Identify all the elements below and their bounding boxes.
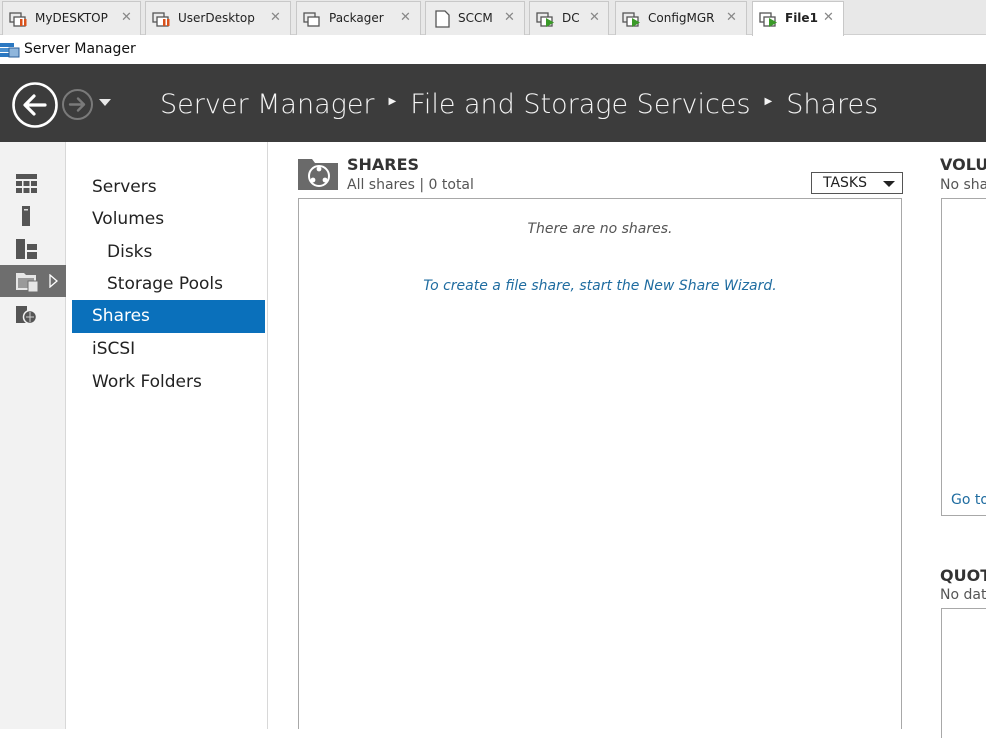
nav-item-volumes[interactable]: Volumes xyxy=(72,203,265,236)
rail-all-servers[interactable] xyxy=(0,233,66,265)
vm-tab-sccm[interactable]: SCCM ✕ xyxy=(425,1,525,35)
vm-tab-configmgr[interactable]: ConfigMGR ✕ xyxy=(615,1,747,35)
rail-dashboard[interactable] xyxy=(0,168,66,200)
close-icon[interactable]: ✕ xyxy=(589,10,600,26)
breadcrumb-file-storage-services[interactable]: File and Storage Services xyxy=(410,89,750,120)
server-icon xyxy=(22,206,30,226)
dashboard-icon xyxy=(16,174,37,193)
web-server-icon xyxy=(16,306,38,325)
nav-item-shares[interactable]: Shares xyxy=(72,300,265,333)
close-icon[interactable]: ✕ xyxy=(400,10,411,26)
vm-tab-mydesktop[interactable]: MyDESKTOP ✕ xyxy=(2,1,141,35)
vm-running-icon xyxy=(536,12,554,27)
breadcrumb: Server Manager ▶ File and Storage Services… xyxy=(160,88,878,120)
close-icon[interactable]: ✕ xyxy=(504,10,515,26)
nav-item-work-folders[interactable]: Work Folders xyxy=(72,366,265,399)
shares-count: All shares | 0 total xyxy=(347,177,474,193)
quota-subtitle: No dat xyxy=(940,587,986,603)
vm-tab-packager[interactable]: Packager ✕ xyxy=(296,1,421,35)
vm-tab-file1[interactable]: File1 ✕ xyxy=(752,1,844,36)
vm-running-icon xyxy=(759,12,777,27)
breadcrumb-separator-icon: ▶ xyxy=(764,96,773,107)
header-bar: Server Manager ▶ File and Storage Services… xyxy=(0,64,986,142)
rail-file-storage-services[interactable] xyxy=(0,265,66,297)
close-icon[interactable]: ✕ xyxy=(121,10,132,26)
chevron-down-icon xyxy=(883,181,895,187)
quota-title: QUOT xyxy=(940,566,986,585)
close-icon[interactable]: ✕ xyxy=(726,10,737,26)
vm-off-icon xyxy=(435,10,450,28)
tasks-button[interactable]: TASKS xyxy=(811,172,903,194)
nav-item-iscsi[interactable]: iSCSI xyxy=(72,333,265,366)
close-icon[interactable]: ✕ xyxy=(270,10,281,26)
forward-arrow-icon[interactable] xyxy=(61,88,94,121)
vm-tab-bar: MyDESKTOP ✕ UserDesktop ✕ Packager ✕ SCC… xyxy=(0,0,986,36)
file-storage-icon xyxy=(16,273,39,293)
main-content: SHARES All shares | 0 total TASKS There … xyxy=(268,142,986,738)
rail-local-server[interactable] xyxy=(0,200,66,232)
tasks-label: TASKS xyxy=(823,175,867,191)
nav-item-servers[interactable]: Servers xyxy=(72,171,265,204)
nav-item-storage-pools[interactable]: Storage Pools xyxy=(72,268,265,301)
window-title-bar: Server Manager xyxy=(0,36,986,64)
volume-panel: Go to xyxy=(941,198,986,516)
new-share-wizard-link[interactable]: To create a file share, start the New Sh… xyxy=(299,278,901,294)
icon-rail xyxy=(0,142,66,729)
empty-message: There are no shares. xyxy=(527,221,673,237)
vm-running-icon xyxy=(622,12,640,27)
vm-icon xyxy=(303,12,320,27)
breadcrumb-server-manager[interactable]: Server Manager xyxy=(160,89,375,120)
server-manager-icon xyxy=(0,43,20,58)
vm-stopped-icon xyxy=(152,12,170,27)
volume-go-to-link[interactable]: Go to xyxy=(951,492,986,508)
shares-list-panel: There are no shares. To create a file sh… xyxy=(298,198,902,729)
back-arrow-icon[interactable] xyxy=(11,81,59,129)
volume-title: VOLU xyxy=(940,155,986,174)
close-icon[interactable]: ✕ xyxy=(823,10,834,26)
nav-list: Servers Volumes Disks Storage Pools Shar… xyxy=(67,142,268,729)
breadcrumb-shares: Shares xyxy=(786,89,879,120)
chevron-down-icon[interactable] xyxy=(98,98,112,108)
nav-item-disks[interactable]: Disks xyxy=(72,236,265,269)
vm-tab-dc[interactable]: DC ✕ xyxy=(529,1,609,35)
breadcrumb-separator-icon: ▶ xyxy=(388,96,397,107)
shares-title: SHARES xyxy=(347,155,420,174)
quota-panel xyxy=(941,608,986,738)
vm-tab-userdesktop[interactable]: UserDesktop ✕ xyxy=(145,1,291,35)
volume-subtitle: No sha xyxy=(940,177,986,193)
shares-folder-icon xyxy=(298,159,338,190)
rail-iis[interactable] xyxy=(0,299,66,331)
all-servers-icon xyxy=(16,239,37,259)
window-title: Server Manager xyxy=(24,41,136,57)
chevron-right-icon xyxy=(49,274,58,288)
vm-stopped-icon xyxy=(9,12,27,27)
